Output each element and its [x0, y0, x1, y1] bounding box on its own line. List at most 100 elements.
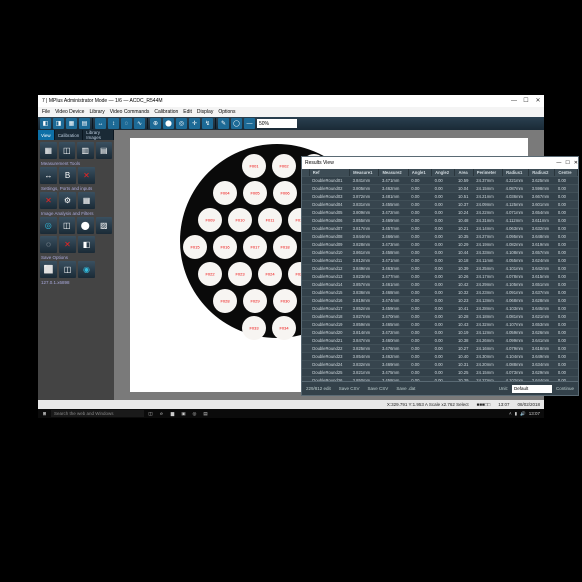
toolbar-icon-9[interactable]: ⬤ — [163, 118, 174, 129]
system-tray[interactable]: ˄ ▮ 🔊 13:07 — [509, 411, 542, 417]
table-row[interactable]: DoubleRound023.805mm3.462mm0.000.0010.04… — [302, 185, 578, 193]
hole-15[interactable]: F015 — [183, 235, 207, 259]
table-row[interactable]: DoubleRound093.828mm3.473mm0.000.0010.29… — [302, 241, 578, 249]
results-table[interactable]: RefMeasure1Measure2Angle1Angle2AreaPerim… — [302, 169, 578, 381]
tray-chevron-icon[interactable]: ˄ — [509, 411, 512, 416]
table-row[interactable]: DoubleRound163.819mm3.474mm0.000.0010.23… — [302, 297, 578, 305]
table-row[interactable]: DoubleRound063.855mm3.469mm0.000.0010.48… — [302, 217, 578, 225]
table-row[interactable]: DoubleRound033.872mm3.481mm0.000.0010.51… — [302, 193, 578, 201]
side-btn-3-3[interactable]: ▨ — [96, 217, 113, 234]
hole-28[interactable]: F028 — [213, 289, 237, 313]
toolbar-icon-3[interactable]: ▤ — [79, 118, 90, 129]
menu-file[interactable]: File — [42, 109, 50, 115]
store-icon[interactable]: ▣ — [179, 409, 188, 418]
table-row[interactable]: DoubleRound223.825mm3.476mm0.000.0010.27… — [302, 345, 578, 353]
table-row[interactable]: DoubleRound243.832mm3.469mm0.000.0010.31… — [302, 361, 578, 369]
table-row[interactable]: DoubleRound143.857mm3.461mm0.000.0010.42… — [302, 281, 578, 289]
continue-button[interactable]: Continue — [556, 386, 574, 391]
save-csv2-button[interactable]: Save CSV — [368, 386, 389, 391]
table-row[interactable]: DoubleRound053.809mm3.472mm0.000.0010.24… — [302, 209, 578, 217]
hole-5[interactable]: F005 — [243, 181, 267, 205]
toolbar-icon-4[interactable]: ↔ — [95, 118, 106, 129]
toolbar-icon-11[interactable]: ✛ — [189, 118, 200, 129]
table-row[interactable]: DoubleRound123.849mm3.463mm0.000.0010.39… — [302, 265, 578, 273]
close-button[interactable]: ✕ — [532, 95, 544, 107]
col-Perimeter[interactable]: Perimeter — [473, 169, 502, 177]
side-btn-1-1[interactable]: B — [59, 167, 76, 184]
toolbar-icon-0[interactable]: ◧ — [40, 118, 51, 129]
explorer-icon[interactable]: ▆ — [168, 409, 177, 418]
side-btn-2-1[interactable]: ⚙ — [59, 192, 76, 209]
toolbar-icon-1[interactable]: ◨ — [53, 118, 64, 129]
menu-video-device[interactable]: Video Device — [55, 109, 84, 115]
hole-10[interactable]: F010 — [228, 208, 252, 232]
col-Area[interactable]: Area — [455, 169, 473, 177]
menu-edit[interactable]: Edit — [183, 109, 192, 115]
table-row[interactable]: DoubleRound173.852mm3.459mm0.000.0010.41… — [302, 305, 578, 313]
col-Radius2[interactable]: Radius2 — [529, 169, 555, 177]
toolbar-icon-12[interactable]: ↯ — [202, 118, 213, 129]
table-row[interactable]: DoubleRound253.821mm3.475mm0.000.0010.25… — [302, 369, 578, 377]
col-Centre[interactable]: Centre — [555, 169, 578, 177]
table-row[interactable]: DoubleRound013.841mm3.471mm0.000.0010.59… — [302, 177, 578, 185]
tab-library-images[interactable]: Library Images — [83, 130, 114, 140]
side-btn-0-2[interactable]: ▥ — [77, 142, 94, 159]
unit-dropdown[interactable]: Default — [512, 385, 552, 393]
side-btn-1-0[interactable]: ↔ — [40, 167, 57, 184]
hole-6[interactable]: F006 — [273, 181, 297, 205]
table-row[interactable]: DoubleRound193.859mm3.465mm0.000.0010.43… — [302, 321, 578, 329]
col-Measure1[interactable]: Measure1 — [350, 169, 379, 177]
hole-23[interactable]: F023 — [228, 262, 252, 286]
table-row[interactable]: DoubleRound203.814mm3.472mm0.000.0010.19… — [302, 329, 578, 337]
tab-view[interactable]: View — [38, 130, 55, 140]
menu-display[interactable]: Display — [197, 109, 213, 115]
side-btn-4-1[interactable]: ✕ — [59, 236, 76, 253]
table-row[interactable]: DoubleRound263.850mm3.458mm0.000.0010.39… — [302, 377, 578, 382]
hole-34[interactable]: F034 — [272, 316, 296, 340]
results-body[interactable]: RefMeasure1Measure2Angle1Angle2AreaPerim… — [302, 169, 578, 381]
zoom-field[interactable]: 50% — [257, 119, 297, 128]
tray-vol-icon[interactable]: 🔊 — [520, 411, 526, 417]
side-btn-5-2[interactable]: ◉ — [78, 261, 95, 278]
side-btn-0-0[interactable]: ▦ — [40, 142, 57, 159]
app-icon[interactable]: ◎ — [190, 409, 199, 418]
side-btn-2-2[interactable]: ▦ — [78, 192, 95, 209]
side-btn-2-0[interactable]: ✕ — [40, 192, 57, 209]
col-Angle2[interactable]: Angle2 — [432, 169, 455, 177]
col-Angle1[interactable]: Angle1 — [408, 169, 431, 177]
minimize-button[interactable]: — — [508, 95, 520, 107]
side-btn-3-2[interactable]: ⬤ — [77, 217, 94, 234]
toolbar-icon-15[interactable]: — — [244, 118, 255, 129]
results-titlebar[interactable]: Results View — ☐ ✕ — [302, 157, 578, 169]
start-button[interactable]: ⊞ — [40, 409, 49, 418]
table-row[interactable]: DoubleRound103.861mm3.458mm0.000.0010.44… — [302, 249, 578, 257]
side-btn-3-1[interactable]: ◫ — [59, 217, 76, 234]
table-row[interactable]: DoubleRound153.836mm3.468mm0.000.0010.32… — [302, 289, 578, 297]
hole-24[interactable]: F024 — [258, 262, 282, 286]
hole-9[interactable]: F009 — [198, 208, 222, 232]
toolbar-icon-13[interactable]: ✎ — [218, 118, 229, 129]
hole-1[interactable]: F001 — [242, 154, 266, 178]
table-row[interactable]: DoubleRound113.812mm3.471mm0.000.0010.18… — [302, 257, 578, 265]
side-btn-1-2[interactable]: ✕ — [78, 167, 95, 184]
table-row[interactable]: DoubleRound233.854mm3.462mm0.000.0010.40… — [302, 353, 578, 361]
results-close-icon[interactable]: ✕ — [574, 160, 578, 166]
table-row[interactable]: DoubleRound083.844mm3.466mm0.000.0010.35… — [302, 233, 578, 241]
toolbar-icon-6[interactable]: ◌ — [121, 118, 132, 129]
task-view-icon[interactable]: ◫ — [146, 409, 155, 418]
toolbar-icon-7[interactable]: ∿ — [134, 118, 145, 129]
maximize-button[interactable]: ☐ — [520, 95, 532, 107]
side-btn-0-3[interactable]: ▤ — [96, 142, 113, 159]
menu-options[interactable]: Options — [218, 109, 235, 115]
toolbar-icon-2[interactable]: ▦ — [66, 118, 77, 129]
col-Ref[interactable]: Ref — [309, 169, 349, 177]
toolbar-icon-8[interactable]: ⊕ — [150, 118, 161, 129]
menu-library[interactable]: Library — [89, 109, 104, 115]
results-max-icon[interactable]: ☐ — [565, 160, 569, 166]
col-Measure2[interactable]: Measure2 — [379, 169, 408, 177]
hole-4[interactable]: F004 — [213, 181, 237, 205]
edge-icon[interactable]: e — [157, 409, 166, 418]
tab-calibration[interactable]: Calibration — [55, 130, 84, 140]
col-Radius1[interactable]: Radius1 — [503, 169, 529, 177]
save-dat-button[interactable]: Save .dat — [396, 386, 415, 391]
